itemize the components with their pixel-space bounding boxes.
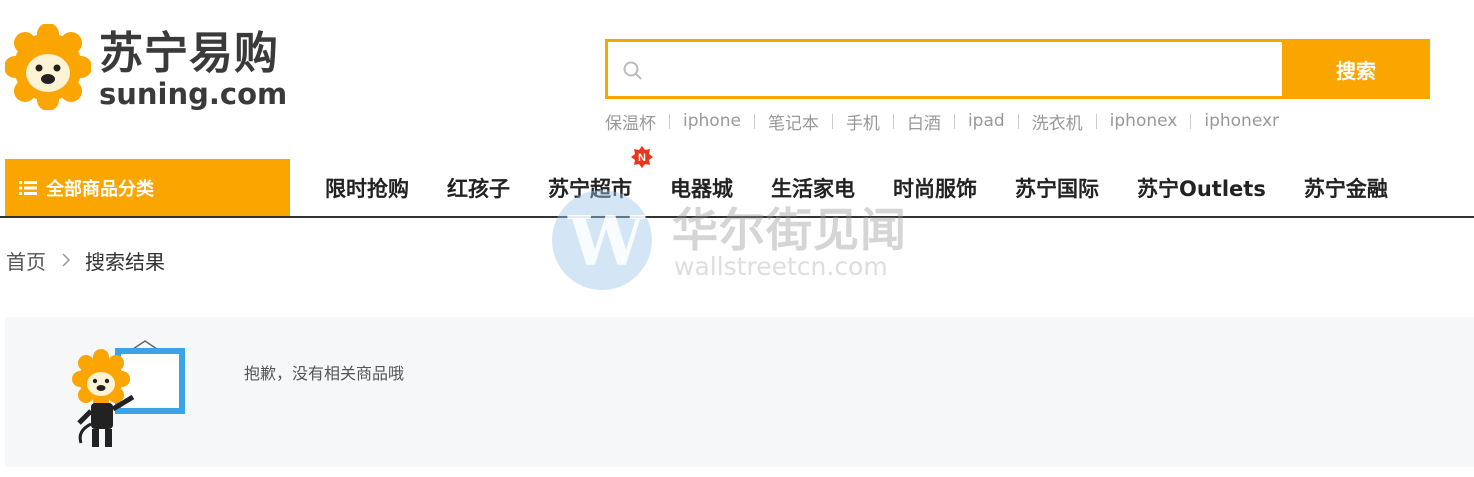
nav-item-outlets[interactable]: 苏宁Outlets: [1137, 173, 1266, 203]
divider: [831, 113, 833, 129]
hot-word[interactable]: 保温杯: [605, 109, 656, 134]
breadcrumb-home[interactable]: 首页: [6, 246, 46, 275]
hot-word[interactable]: iphonexr: [1204, 111, 1279, 131]
no-result-message: 抱歉，没有相关商品哦: [244, 364, 405, 383]
search-box[interactable]: [605, 39, 1282, 99]
hot-word[interactable]: 手机: [846, 109, 880, 134]
nav-item-electronics[interactable]: 电器城: [670, 173, 733, 203]
hot-word[interactable]: 笔记本: [768, 109, 819, 134]
divider: [892, 113, 894, 129]
breadcrumb-current: 搜索结果: [85, 249, 165, 274]
divider: [1095, 113, 1097, 129]
nav-item-home-appliances[interactable]: 生活家电: [771, 173, 855, 203]
nav-item-international[interactable]: 苏宁国际: [1015, 173, 1099, 203]
hot-word[interactable]: ipad: [968, 111, 1005, 131]
hot-search-words: 保温杯 iphone 笔记本 手机 白酒 ipad 洗衣机 iphonex ip…: [605, 109, 1279, 134]
nav-item-finance[interactable]: 苏宁金融: [1304, 173, 1388, 203]
search-button[interactable]: 搜索: [1282, 39, 1430, 99]
site-logo[interactable]: 苏宁易购 suning.com: [5, 24, 295, 110]
all-categories-button[interactable]: 全部商品分类: [5, 159, 290, 216]
divider: [669, 113, 670, 129]
nav-item-flash-sale[interactable]: 限时抢购: [325, 173, 409, 203]
hot-word[interactable]: 洗衣机: [1032, 109, 1083, 134]
nav-item-fashion[interactable]: 时尚服饰: [893, 173, 977, 203]
list-icon: [19, 180, 37, 195]
divider: [753, 113, 755, 129]
nav-items: 限时抢购 红孩子 苏宁超市 N 电器城 生活家电 时尚服饰 苏宁国际 苏宁Out…: [325, 145, 1426, 216]
all-categories-label: 全部商品分类: [46, 178, 154, 200]
nav-item-supermarket[interactable]: 苏宁超市 N: [548, 145, 653, 203]
search-icon: [623, 61, 642, 80]
breadcrumb: 首页 搜索结果: [6, 246, 165, 275]
hot-word[interactable]: iphone: [683, 111, 741, 131]
logo-chinese-name: 苏宁易购: [99, 28, 279, 79]
watermark-domain: wallstreetcn.com: [674, 252, 888, 281]
nav-item-red-baby[interactable]: 红孩子: [447, 173, 510, 203]
new-badge-icon: N: [631, 145, 653, 168]
hot-word[interactable]: 白酒: [907, 109, 941, 134]
lion-logo-icon: [5, 24, 91, 110]
divider: [1017, 113, 1019, 129]
new-badge-label: N: [638, 152, 646, 164]
empty-result-panel: 抱歉，没有相关商品哦: [5, 317, 1474, 467]
lion-mascot-icon: [72, 340, 185, 447]
main-nav: 全部商品分类 限时抢购 红孩子 苏宁超市 N 电器城 生活家电 时尚服饰 苏宁国…: [0, 145, 1474, 218]
divider: [953, 113, 955, 129]
search-input[interactable]: [654, 48, 1274, 90]
hot-word[interactable]: iphonex: [1110, 111, 1178, 131]
nav-item-label: 苏宁超市: [548, 176, 632, 201]
chevron-right-icon: [62, 253, 71, 267]
logo-domain: suning.com: [99, 77, 288, 111]
divider: [1190, 113, 1192, 129]
search-bar: 搜索: [605, 39, 1430, 99]
